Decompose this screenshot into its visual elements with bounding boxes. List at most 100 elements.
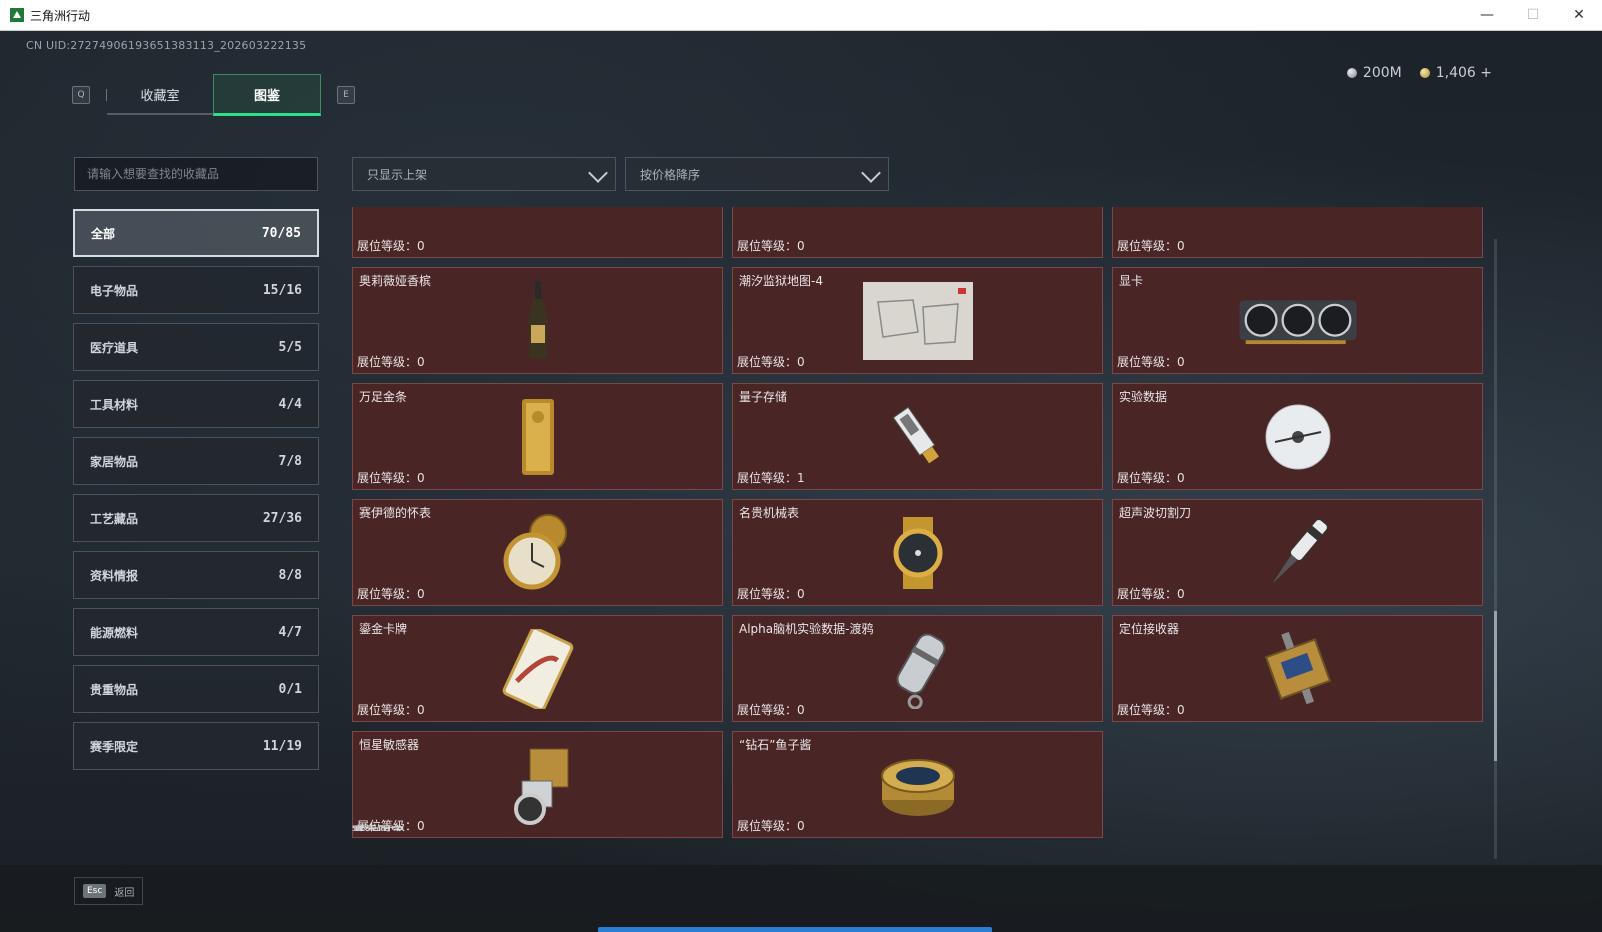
scrollbar-thumb[interactable]: [1494, 611, 1497, 761]
back-label: 返回: [114, 887, 135, 899]
caviar-tin-icon: [858, 743, 978, 827]
collectible-card[interactable]: 万足金条 展位等级：0: [352, 383, 723, 490]
tab-catalog[interactable]: 图鉴: [213, 74, 321, 116]
sort-value: 按价格降序: [640, 167, 701, 182]
chevron-down-icon: [861, 163, 881, 183]
gold-currency[interactable]: 1,406 +: [1419, 65, 1492, 81]
champagne-bottle-icon: [478, 279, 598, 363]
collectible-card[interactable]: 名贵机械表展位等级：0: [732, 499, 1103, 606]
category-energy[interactable]: 能源燃料 4/7: [73, 608, 319, 656]
category-label: 全部: [91, 226, 116, 241]
next-tab-key-hint[interactable]: E: [337, 86, 355, 104]
tab-bar: Q 收藏室 图鉴 E: [72, 74, 355, 116]
collectible-card[interactable]: 实验数据 展位等级：0: [1112, 383, 1483, 490]
chevron-down-icon: [588, 163, 608, 183]
category-count: 70/85: [261, 225, 301, 241]
gold-coin-icon: [1419, 68, 1430, 78]
display-level: 展位等级：0: [357, 355, 425, 369]
category-electronics[interactable]: 电子物品 15/16: [73, 266, 319, 314]
collectible-name: 显卡: [1119, 274, 1144, 288]
shelf-filter-dropdown[interactable]: 只显示上架: [352, 157, 616, 191]
category-label: 赛季限定: [90, 739, 139, 754]
category-all[interactable]: 全部 70/85: [73, 209, 319, 257]
silver-amount: 200M: [1362, 65, 1402, 81]
wristwatch-icon: [858, 511, 978, 595]
category-crafts[interactable]: 工艺藏品 27/36: [73, 494, 319, 542]
collectible-card[interactable]: 奥莉薇娅香槟 展位等级：0: [352, 267, 723, 374]
collectible-name: 赛伊德的怀表: [359, 506, 432, 520]
collectible-card[interactable]: 量子存储 展位等级：1: [732, 383, 1103, 490]
maximize-button[interactable]: ☐: [1510, 0, 1556, 30]
collectible-card[interactable]: 展位等级：0: [352, 207, 723, 258]
gold-amount: 1,406 +: [1435, 65, 1492, 81]
tab-collection-room[interactable]: 收藏室: [107, 75, 213, 115]
collectible-card[interactable]: 展位等级：0: [1112, 207, 1483, 258]
category-label: 资料情报: [90, 568, 139, 583]
card-icon: [478, 627, 598, 711]
window-titlebar: 三角洲行动 — ☐ ✕: [0, 0, 1602, 31]
shelf-filter-value: 只显示上架: [367, 167, 428, 182]
bottom-bar: Esc 返回: [0, 865, 1602, 932]
collectible-grid-viewport[interactable]: 展位等级：0 展位等级：0 展位等级：0 奥莉薇娅香槟 展位等级：0 潮汐监狱地图-4 展位…: [352, 207, 1492, 839]
disc-icon: [1238, 395, 1358, 479]
category-tools[interactable]: 工具材料 4/4: [73, 380, 319, 428]
collectible-grid: 展位等级：0 展位等级：0 展位等级：0 奥莉薇娅香槟 展位等级：0 潮汐监狱地图-4 展位…: [352, 207, 1492, 838]
category-count: 7/8: [278, 453, 302, 469]
collectible-name: Alpha脑机实验数据-渡鸦: [739, 622, 874, 636]
category-medical[interactable]: 医疗道具 5/5: [73, 323, 319, 371]
category-count: 4/7: [278, 624, 302, 640]
star-sensor-icon: [478, 743, 598, 827]
collectible-card[interactable]: 赛伊德的怀表 展位等级：0: [352, 499, 723, 606]
collectible-card[interactable]: 恒星敏感器 展位等级：0: [352, 731, 723, 838]
sort-dropdown[interactable]: 按价格降序: [625, 157, 889, 191]
collectible-name: 奥莉薇娅香槟: [359, 274, 432, 288]
section-heading-season: 赛季限定: [352, 821, 404, 831]
receiver-icon: [1238, 627, 1358, 711]
category-count: 8/8: [278, 567, 302, 583]
display-level: 展位等级：0: [357, 239, 425, 253]
search-input[interactable]: [75, 158, 317, 190]
collectible-card[interactable]: 潮汐监狱地图-4 展位等级：0: [732, 267, 1103, 374]
category-label: 能源燃料: [90, 625, 139, 640]
collectible-name: 名贵机械表: [739, 506, 800, 520]
collectible-name: 鎏金卡牌: [359, 622, 408, 636]
collectible-name: 潮汐监狱地图-4: [739, 274, 823, 288]
close-button[interactable]: ✕: [1556, 0, 1602, 30]
map-icon: [858, 279, 978, 363]
prev-tab-key-hint[interactable]: Q: [72, 86, 90, 104]
minimize-button[interactable]: —: [1464, 0, 1510, 30]
display-level: 展位等级：0: [357, 471, 425, 485]
display-level: 展位等级：0: [737, 239, 805, 253]
collectible-name: 实验数据: [1119, 390, 1168, 404]
loading-progress-bar: [598, 927, 992, 932]
display-level: 展位等级：0: [1117, 355, 1185, 369]
collectible-card[interactable]: 定位接收器 展位等级：0: [1112, 615, 1483, 722]
display-level: 展位等级：1: [737, 471, 805, 485]
collectible-card[interactable]: 展位等级：0: [732, 207, 1103, 258]
category-intel[interactable]: 资料情报 8/8: [73, 551, 319, 599]
collectible-card[interactable]: 超声波切割刀 展位等级：0: [1112, 499, 1483, 606]
display-level: 展位等级：0: [737, 703, 805, 717]
uid-label: CN UID:2727490619365138311​3_20260322213…: [26, 39, 307, 52]
category-season[interactable]: 赛季限定 11/19: [73, 722, 319, 770]
currency-display: 200M 1,406 +: [1346, 65, 1492, 81]
display-level: 展位等级：0: [357, 703, 425, 717]
category-count: 27/36: [262, 510, 302, 526]
usb-drive-icon: [858, 395, 978, 479]
category-valuables[interactable]: 贵重物品 0/1: [73, 665, 319, 713]
category-household[interactable]: 家居物品 7/8: [73, 437, 319, 485]
back-button[interactable]: Esc 返回: [74, 877, 144, 905]
gold-bar-icon: [478, 395, 598, 479]
display-level: 展位等级：0: [737, 587, 805, 601]
display-level: 展位等级：0: [737, 819, 805, 833]
search-box[interactable]: [74, 157, 318, 191]
collectible-card[interactable]: Alpha脑机实验数据-渡鸦 展位等级：0: [732, 615, 1103, 722]
cutting-knife-icon: [1238, 511, 1358, 595]
collectible-card[interactable]: “钻石”鱼子酱 展位等级：0: [732, 731, 1103, 838]
collectible-card[interactable]: 鎏金卡牌展位等级：0: [352, 615, 723, 722]
silver-currency[interactable]: 200M: [1346, 65, 1402, 81]
grid-scrollbar[interactable]: [1494, 239, 1497, 859]
collectible-card[interactable]: 显卡展位等级：0: [1112, 267, 1483, 374]
graphics-card-icon: [1238, 279, 1358, 363]
game-screen: CN UID:2727490619365138311​3_20260322213…: [0, 31, 1602, 932]
